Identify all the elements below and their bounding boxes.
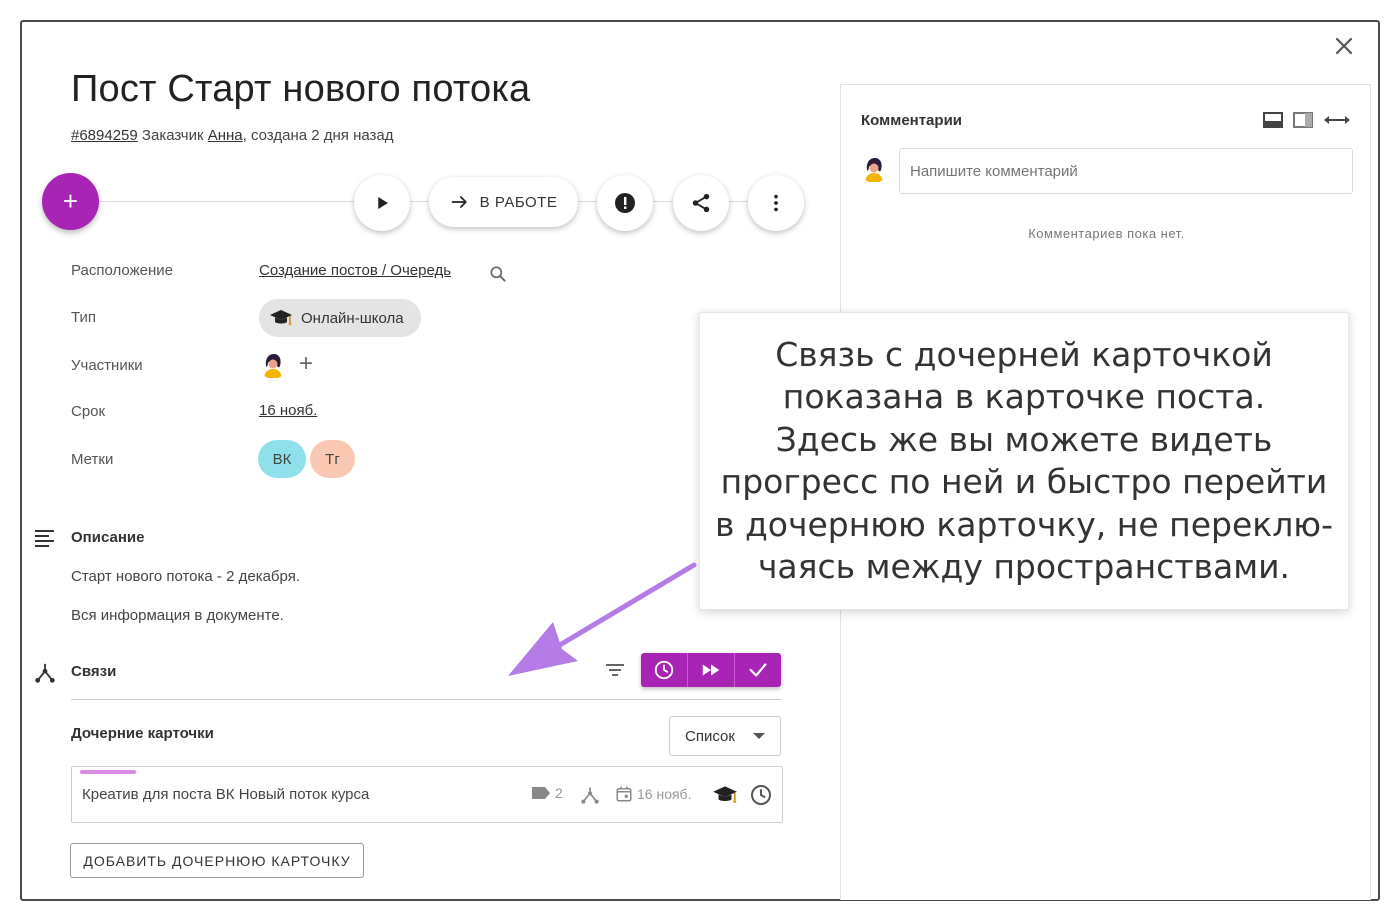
chevron-down-icon	[753, 733, 765, 739]
child-tags-count: 2	[531, 785, 563, 801]
calendar-icon	[616, 786, 632, 802]
description-icon	[35, 530, 54, 547]
share-icon	[692, 193, 710, 213]
child-progress-bar	[80, 770, 136, 774]
check-icon	[749, 663, 767, 677]
more-vert-icon	[774, 194, 778, 212]
status-label: В РАБОТЕ	[479, 193, 558, 211]
tooltip-line-2: показана в карточке поста.	[782, 377, 1266, 416]
location-link[interactable]: Создание постов / Очередь	[259, 262, 451, 279]
tooltip-line-1: Связь с дочерней карточкой	[775, 334, 1273, 374]
description-line-1: Старт нового потока - 2 декабря.	[71, 568, 300, 585]
graduation-cap-icon	[270, 310, 292, 326]
label-icon	[532, 787, 550, 799]
status-button[interactable]: В РАБОТЕ	[429, 177, 578, 227]
customer-link[interactable]: Анна	[208, 127, 243, 144]
search-icon[interactable]	[488, 264, 508, 284]
child-cards-title: Дочерние карточки	[71, 725, 214, 742]
add-child-card-button[interactable]: ДОБАВИТЬ ДОЧЕРНЮЮ КАРТОЧКУ	[70, 843, 364, 878]
dock-bottom-icon[interactable]	[1263, 112, 1283, 128]
comment-input[interactable]	[899, 148, 1353, 194]
comments-title: Комментарии	[861, 112, 963, 129]
info-tooltip: Связь с дочерней карточкой показана в ка…	[699, 312, 1349, 610]
tooltip-line-5: в дочернюю карточку, не переклю-	[715, 504, 1333, 544]
more-button[interactable]	[748, 175, 804, 231]
play-icon	[378, 197, 388, 209]
deadline-label: Срок	[71, 403, 106, 420]
location-label: Расположение	[71, 262, 173, 279]
view-select-value: Список	[685, 727, 735, 745]
relation-icon	[581, 787, 599, 804]
filter-icon[interactable]	[604, 660, 626, 680]
graduation-cap-icon	[713, 786, 737, 804]
child-card[interactable]: Креатив для поста ВК Новый поток курса 2…	[71, 766, 783, 823]
tags-label: Метки	[71, 451, 114, 468]
panel-controls	[1263, 112, 1351, 128]
check-button[interactable]	[735, 653, 781, 687]
type-value: Онлайн-школа	[301, 309, 404, 327]
card-meta: #6894259 Заказчик Анна, создана 2 дня на…	[71, 127, 394, 144]
tooltip-line-6: чаясь между пространствами.	[757, 547, 1291, 586]
child-date-value: 16 нояб.	[637, 786, 692, 802]
tooltip-line-3: Здесь же вы можете видеть	[775, 419, 1273, 459]
view-select[interactable]: Список	[669, 716, 781, 756]
links-action-group	[641, 653, 781, 687]
tag-tg[interactable]: Тг	[310, 440, 355, 478]
fast-forward-button[interactable]	[688, 653, 735, 687]
page-title: Пост Старт нового потока	[71, 68, 531, 110]
avatar	[860, 155, 888, 183]
share-button[interactable]	[673, 175, 729, 231]
fast-forward-icon	[702, 664, 720, 676]
child-date: 16 нояб.	[615, 785, 691, 803]
clock-button[interactable]	[641, 653, 688, 687]
alert-button[interactable]	[597, 175, 653, 231]
arrow-right-icon	[451, 196, 467, 208]
add-participant-button[interactable]: +	[299, 352, 313, 376]
play-button[interactable]	[354, 175, 410, 231]
avatar[interactable]	[259, 351, 287, 379]
description-line-2: Вся информация в документе.	[71, 607, 284, 624]
links-divider	[71, 699, 782, 700]
links-title: Связи	[71, 663, 117, 680]
clock-icon	[654, 660, 674, 680]
clock-icon	[751, 785, 771, 805]
customer-prefix: Заказчик	[141, 127, 204, 144]
no-comments-text: Комментариев пока нет.	[1028, 226, 1185, 241]
tag-vk[interactable]: ВК	[258, 440, 306, 478]
child-tag-count: 2	[555, 785, 563, 801]
alert-icon	[615, 193, 635, 213]
card-id-link[interactable]: #6894259	[71, 127, 138, 144]
child-card-title: Креатив для поста ВК Новый поток курса	[82, 786, 370, 803]
links-icon	[35, 663, 55, 683]
resize-horizontal-icon[interactable]	[1323, 114, 1351, 126]
dock-right-icon[interactable]	[1293, 112, 1313, 128]
description-title: Описание	[71, 529, 145, 546]
add-button[interactable]: +	[42, 173, 99, 230]
type-label: Тип	[71, 309, 97, 326]
created-info: , создана 2 дня назад	[242, 127, 394, 144]
participants-label: Участники	[71, 357, 143, 374]
type-chip[interactable]: Онлайн-школа	[259, 299, 421, 337]
close-icon[interactable]	[1332, 34, 1356, 58]
deadline-value[interactable]: 16 нояб.	[259, 402, 317, 419]
tooltip-line-4: прогресс по ней и быстро перейти	[720, 462, 1328, 501]
